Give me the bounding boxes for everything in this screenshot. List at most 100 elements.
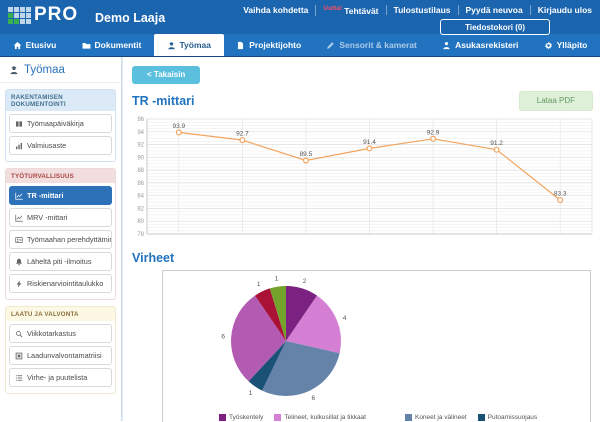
- magnifier-icon: [15, 330, 23, 338]
- section-rakentamisen-dokumentointi: RAKENTAMISEN DOKUMENTOINTI Työmaapäiväki…: [5, 89, 116, 162]
- svg-text:80: 80: [137, 219, 144, 225]
- list-icon: [15, 374, 23, 382]
- errors-pie-chart: 2461611: [163, 271, 591, 407]
- legend-swatch: [478, 414, 485, 421]
- svg-text:1: 1: [249, 390, 253, 397]
- svg-text:96: 96: [137, 117, 144, 123]
- tab-tyomaa[interactable]: Työmaa: [154, 34, 224, 56]
- svg-text:90: 90: [137, 155, 144, 161]
- home-icon: [13, 41, 22, 50]
- main-nav: Etusivu Dokumentit Työmaa Projektijohto …: [0, 34, 600, 57]
- tr-line-chart: 78 80 82 84 86 88 90 92 94 96 93.9 92.7 89.5 91.4 92.9…: [130, 113, 595, 241]
- svg-text:84: 84: [137, 193, 144, 199]
- svg-text:6: 6: [311, 394, 315, 401]
- svg-text:86: 86: [137, 180, 144, 186]
- svg-text:92: 92: [137, 142, 144, 148]
- legend-item: Koneet ja välineet: [405, 414, 467, 421]
- svg-text:6: 6: [221, 333, 225, 340]
- svg-text:91.2: 91.2: [490, 140, 503, 147]
- svg-text:1: 1: [275, 275, 279, 282]
- sidebar-item-viikkotarkastus[interactable]: Viikkotarkastus: [9, 324, 112, 343]
- legend-swatch: [405, 414, 412, 421]
- bell-icon: [15, 258, 23, 266]
- gear-icon: [544, 41, 553, 50]
- section-laatu-ja-valvonta: LAATU JA VALVONTA Viikkotarkastus Laadun…: [5, 306, 116, 394]
- sidebar: Työmaa RAKENTAMISEN DOKUMENTOINTI Työmaa…: [0, 57, 122, 421]
- svg-text:1: 1: [257, 281, 261, 288]
- svg-text:82: 82: [137, 206, 144, 212]
- square-icon: [15, 352, 23, 360]
- download-pdf-button[interactable]: Lataa PDF: [519, 91, 593, 111]
- id-card-icon: [15, 236, 23, 244]
- worker-icon: [167, 41, 176, 50]
- link-pyyda-neuvoa[interactable]: Pyydä neuvoa: [458, 5, 530, 15]
- section-heading: LAATU JA VALVONTA: [6, 307, 115, 321]
- app-logo[interactable]: PRO: [8, 4, 78, 26]
- legend-item: Telineet, kulkusillat ja tikkaat: [274, 414, 366, 421]
- section-tyoturvallisuus: TYÖTURVALLISUUS TR -mittari MRV -mittari…: [5, 168, 116, 300]
- sidebar-item-lahelta-piti[interactable]: Läheltä piti -ilmoitus: [9, 252, 112, 271]
- sidebar-item-perehdyttaminen[interactable]: Työmaahan perehdyttäminen: [9, 230, 112, 249]
- svg-text:89.5: 89.5: [300, 151, 313, 158]
- svg-text:92.7: 92.7: [236, 130, 249, 137]
- sidebar-item-tr-mittari[interactable]: TR -mittari: [9, 186, 112, 205]
- document-icon: [236, 41, 245, 50]
- pencil-icon: [326, 41, 335, 50]
- svg-text:91.4: 91.4: [363, 138, 376, 145]
- tab-dokumentit[interactable]: Dokumentit: [69, 34, 154, 56]
- logo-text: PRO: [34, 4, 78, 26]
- main-content: < Takaisin TR -mittari Lataa PDF 78 80 82 8…: [122, 57, 600, 421]
- sidebar-item-riskienarviointi[interactable]: Riskienarviointitaulukko: [9, 274, 112, 293]
- sidebar-item-mrv-mittari[interactable]: MRV -mittari: [9, 208, 112, 227]
- tab-asukasrekisteri[interactable]: Asukasrekisteri: [429, 34, 531, 56]
- sidebar-item-virhe-ja-puutelista[interactable]: Virhe- ja puutelista: [9, 368, 112, 387]
- link-kirjaudu-ulos[interactable]: Kirjaudu ulos: [530, 5, 592, 15]
- top-links: Vaihda kohdetta Uutta!Tehtävät Tulostust…: [236, 5, 592, 16]
- section-heading: TYÖTURVALLISUUS: [6, 169, 115, 183]
- errors-pie-panel: 2461611 Työskentely Telineet, kulkusilla…: [162, 270, 591, 422]
- svg-text:94: 94: [137, 129, 144, 135]
- svg-text:78: 78: [137, 232, 144, 238]
- legend-item: Putoamissuojaus: [478, 414, 538, 421]
- pie-legend: Työskentely Telineet, kulkusillat ja tik…: [163, 414, 590, 422]
- person-icon: [442, 41, 451, 50]
- legend-swatch: [274, 414, 281, 421]
- sidebar-item-laadunvalvontamatriisi[interactable]: Laadunvalvontamatriisi: [9, 346, 112, 365]
- new-badge: Uutta!: [323, 5, 342, 12]
- svg-text:4: 4: [343, 315, 347, 322]
- svg-text:93.9: 93.9: [172, 122, 185, 129]
- svg-text:88: 88: [137, 168, 144, 174]
- sidebar-item-valmiusaste[interactable]: Valmiusaste: [9, 136, 112, 155]
- svg-text:2: 2: [303, 277, 307, 284]
- link-vaihda-kohdetta[interactable]: Vaihda kohdetta: [236, 5, 315, 15]
- sidebar-item-tyomaapaivakirja[interactable]: Työmaapäiväkirja: [9, 114, 112, 133]
- top-bar: PRO Demo Laaja Vaihda kohdetta Uutta!Teh…: [0, 0, 600, 34]
- section-heading: RAKENTAMISEN DOKUMENTOINTI: [6, 90, 115, 111]
- svg-text:92.9: 92.9: [427, 129, 440, 136]
- folder-icon: [82, 41, 91, 50]
- sidebar-title: Työmaa: [0, 57, 121, 83]
- link-tulostustilaus[interactable]: Tulostustilaus: [386, 5, 458, 15]
- tab-yllapito[interactable]: Ylläpito: [531, 34, 600, 56]
- svg-text:83.3: 83.3: [554, 190, 567, 197]
- tab-projektijohto[interactable]: Projektijohto: [224, 34, 314, 56]
- bar-chart-icon: [15, 142, 23, 150]
- worker-icon: [9, 65, 19, 75]
- errors-title: Virheet: [132, 251, 595, 265]
- file-basket-button[interactable]: Tiedostokori (0): [440, 19, 550, 35]
- book-icon: [15, 120, 23, 128]
- project-title: Demo Laaja: [95, 11, 165, 25]
- app-window: PRO Demo Laaja Vaihda kohdetta Uutta!Teh…: [0, 0, 600, 422]
- link-tehtavat[interactable]: Uutta!Tehtävät: [315, 5, 385, 16]
- page-title: TR -mittari: [132, 94, 195, 108]
- line-chart-icon: [15, 214, 23, 222]
- legend-swatch: [219, 414, 226, 421]
- tab-etusivu[interactable]: Etusivu: [0, 34, 69, 56]
- legend-row: Työskentely Telineet, kulkusillat ja tik…: [219, 414, 590, 421]
- back-button[interactable]: < Takaisin: [132, 66, 200, 84]
- logo-grid-icon: [8, 7, 31, 24]
- bolt-icon: [15, 280, 23, 288]
- legend-item: Työskentely: [219, 414, 263, 421]
- tab-sensorit-kamerat[interactable]: Sensorit & kamerat: [314, 34, 430, 56]
- line-chart-icon: [15, 192, 23, 200]
